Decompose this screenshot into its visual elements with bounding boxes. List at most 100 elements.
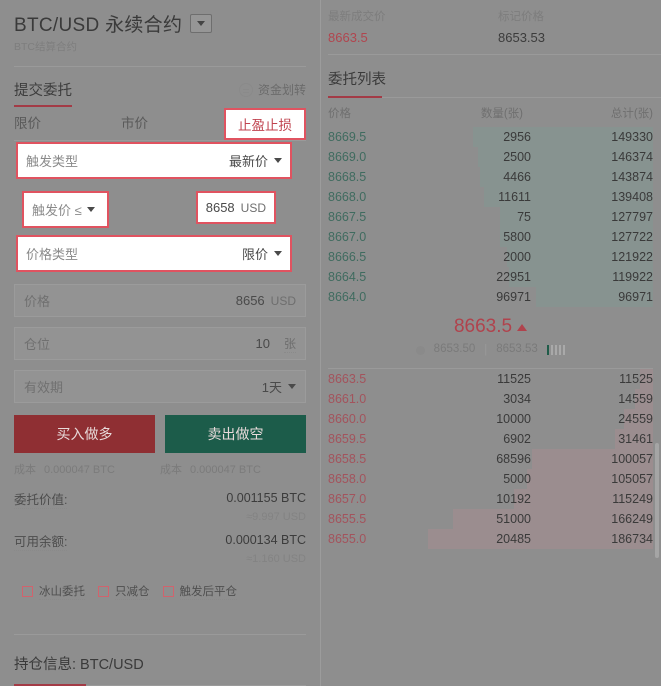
validity-field[interactable]: 有效期 1天 [14,370,306,403]
trigger-price-operator-label: 触发价 ≤ [32,203,82,218]
checkbox-box-icon [98,586,109,597]
row-amount: 2500 [503,150,531,164]
orderbook-row[interactable]: 8664.5 22951 119922 [320,267,661,287]
row-total: 100057 [611,452,653,466]
orderbook-row[interactable]: 8660.0 10000 24559 [320,409,661,429]
row-price: 8658.5 [328,452,367,466]
order-type-tabs: 限价 市价 止盈止损 [0,104,320,140]
row-total: 143874 [611,170,653,184]
column-header-amount: 数量(张) [480,108,523,120]
trigger-price-operator-dropdown[interactable]: 触发价 ≤ [22,191,109,228]
row-total: 149330 [611,130,653,144]
orderbook-row[interactable]: 8668.5 4466 143874 [320,167,661,187]
funding-bar [554,345,558,355]
cost-row: 成本 0.000047 BTC 成本 0.000047 BTC [14,461,306,479]
available-balance-approx: ≈1.160 USD [246,553,306,565]
row-price: 8668.5 [328,170,367,184]
orderbook-row[interactable]: 8658.0 5000 105057 [320,469,661,489]
funding-bar [562,345,566,355]
index-price-value: 8653.50 [433,343,476,357]
chevron-down-icon [274,251,282,256]
row-total: 96971 [618,290,653,304]
orderbook-asks: 8669.5 2956 149330 8669.0 2500 146374 8668.5 44… [320,127,661,307]
trigger-type-field-highlighted[interactable]: 触发类型 最新价 [16,142,292,179]
chevron-down-icon [288,384,296,389]
mark-price-inline-value: 8653.53 [496,343,538,357]
orderbook-row[interactable]: 8664.0 96971 96971 [320,287,661,307]
checkbox-close-on-trigger-label: 触发后平仓 [179,583,237,600]
orderbook-row[interactable]: 8667.0 5800 127722 [320,227,661,247]
orderbook-row[interactable]: 8655.5 51000 166249 [320,509,661,529]
symbol-subtitle: BTC结算合约 [14,41,77,53]
mid-price-value: 8663.5 [453,316,513,337]
price-field[interactable]: 价格 8656 USD [14,284,306,317]
trigger-price-value: 8658 [205,200,235,215]
chevron-down-icon [197,21,206,26]
orderbook-row[interactable]: 8669.0 2500 146374 [320,147,661,167]
buy-cost: 成本 0.000047 BTC [14,461,160,479]
page-title: BTC/USD 永续合约 [14,15,183,36]
price-type-field-highlighted[interactable]: 价格类型 限价 [16,235,292,272]
checkbox-iceberg[interactable]: 冰山委托 [22,583,85,600]
row-amount: 51000 [496,512,531,526]
fund-transfer-button[interactable]: 资金划转 [238,81,306,98]
row-amount: 5800 [503,230,531,244]
row-price: 8655.0 [328,532,367,546]
orderbook-row[interactable]: 8663.5 11525 11525 [320,369,661,389]
orderbook-row[interactable]: 8659.5 6902 31461 [320,429,661,449]
checkbox-reduce-only[interactable]: 只减仓 [98,583,150,600]
row-amount: 2956 [503,130,531,144]
checkbox-box-icon [22,586,33,597]
orderbook-row[interactable]: 8657.0 10192 115249 [320,489,661,509]
buy-long-button[interactable]: 买入做多 [14,415,155,453]
orderbook-row[interactable]: 8655.0 20485 186734 [320,529,661,549]
row-total: 121922 [611,250,653,264]
sell-short-button[interactable]: 卖出做空 [165,415,306,453]
tabs-divider [14,140,306,141]
orderbook-row[interactable]: 8667.5 75 127797 [320,207,661,227]
tab-stop-profit-loss[interactable]: 止盈止损 [238,114,292,134]
price-value: 8656 [235,293,265,308]
submit-order-header: 提交委托 资金划转 [0,67,320,107]
last-price-label: 最新成交价 [328,11,386,23]
funding-bar [558,345,562,355]
available-balance-amount: 0.000134 BTC [225,533,306,547]
position-info-section: 持仓信息: BTC/USD [0,634,320,686]
row-total: 11525 [619,372,653,386]
row-amount: 96971 [496,290,531,304]
position-info-title[interactable]: 持仓信息: BTC/USD [14,653,144,684]
trigger-price-input[interactable]: 8658 USD [196,191,276,224]
row-total: 166249 [611,512,653,526]
checkbox-close-on-trigger[interactable]: 触发后平仓 [162,583,237,600]
orderbook-column-headers: 价格 数量(张) 总计(张) [320,98,661,127]
orderbook-row[interactable]: 8658.5 68596 100057 [320,449,661,469]
order-value-label: 委托价值: [14,489,68,509]
tab-limit[interactable]: 限价 [14,112,121,132]
orderbook-row[interactable]: 8661.0 3034 14559 [320,389,661,409]
row-amount: 20485 [496,532,531,546]
row-total: 24559 [618,412,653,426]
row-amount: 75 [517,210,531,224]
price-label: 价格 [24,294,51,309]
row-amount: 11611 [498,190,531,204]
trigger-type-label: 触发类型 [26,154,79,169]
row-amount: 4466 [503,170,531,184]
orderbook-bids: 8663.5 11525 11525 8661.0 3034 14559 8660.0 100… [320,369,661,549]
position-size-field[interactable]: 仓位 10 张 [14,327,306,360]
row-amount: 5000 [503,472,531,486]
row-amount: 2000 [503,250,531,264]
row-total: 14559 [618,392,653,406]
trigger-price-unit: USD [240,200,266,215]
row-amount: 68596 [496,452,531,466]
symbol-dropdown-button[interactable] [190,14,213,33]
orderbook-row[interactable]: 8666.5 2000 121922 [320,247,661,267]
row-amount: 11525 [497,372,531,386]
orderbook-row[interactable]: 8668.0 11611 139408 [320,187,661,207]
separator: | [484,344,488,356]
position-size-label: 仓位 [24,337,51,352]
ticker-bar: 最新成交价 8663.5 标记价格 8653.53 [320,0,661,45]
orderbook-underline [328,96,661,98]
orderbook-row[interactable]: 8669.5 2956 149330 [320,127,661,147]
row-price: 8657.0 [328,492,367,506]
row-total: 105057 [611,472,653,486]
